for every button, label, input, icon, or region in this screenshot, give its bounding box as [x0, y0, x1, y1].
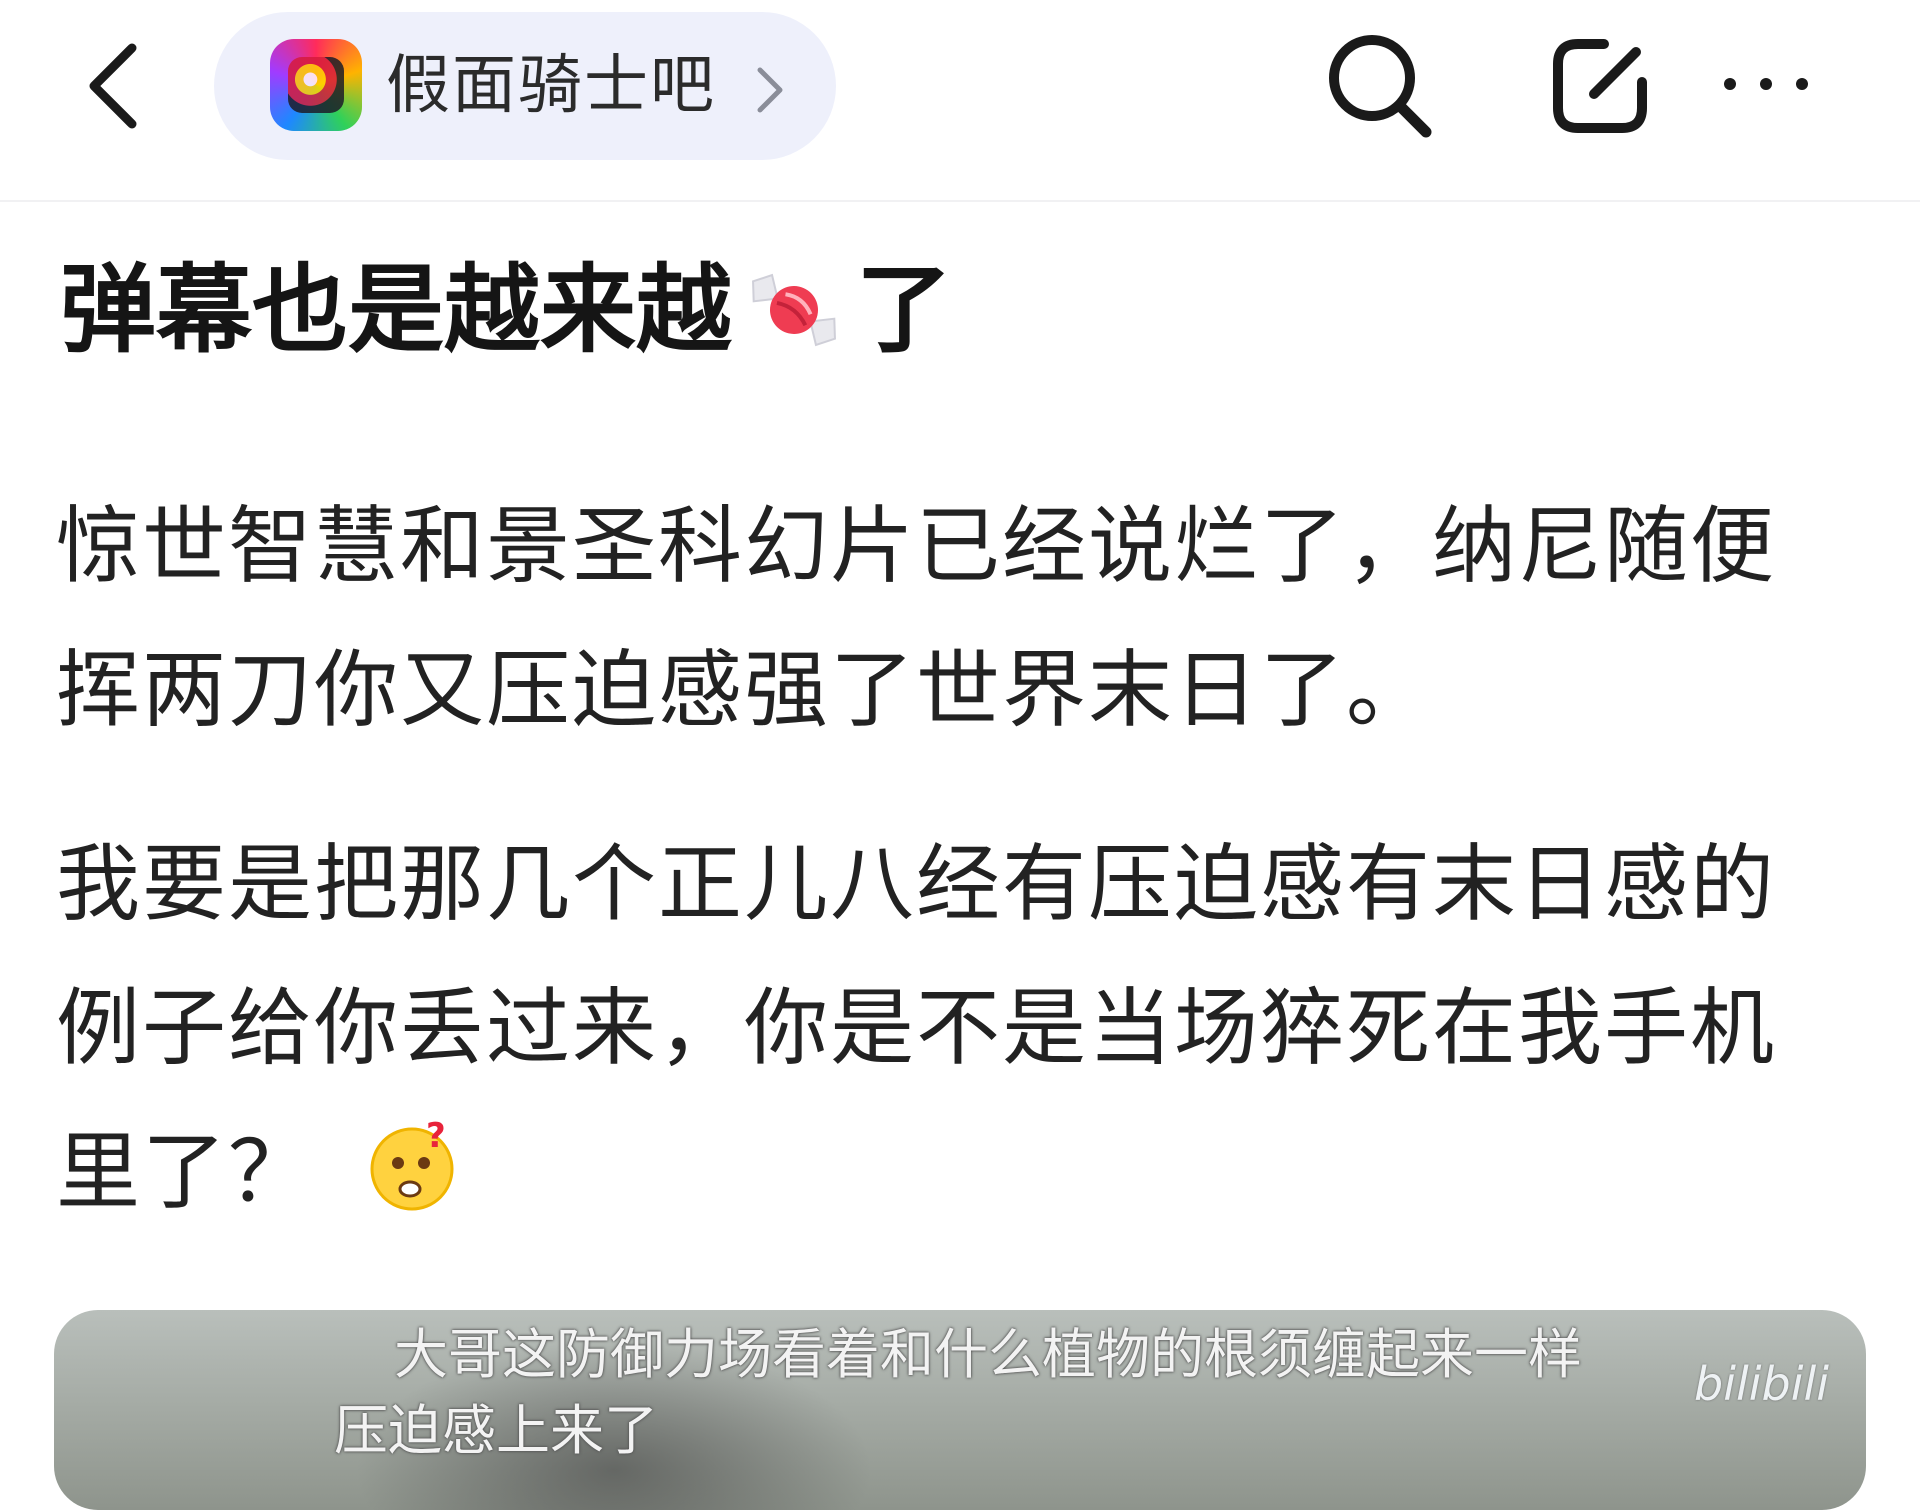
edit-icon — [1553, 39, 1647, 133]
danmaku-comment: 大哥这防御力场看着和什么植物的根须缠起来一样 — [394, 1323, 1582, 1386]
post-paragraph-2: 我要是把那几个正儿八经有压迫感有末日感的例子给你丢过来，你是不是当场猝死在我手机… — [56, 812, 1856, 1244]
back-button[interactable] — [82, 40, 162, 130]
svg-text:?: ? — [426, 1117, 448, 1156]
video-thumbnail[interactable]: 大哥这防御力场看着和什么植物的根须缠起来一样 压迫感上来了 bilibili — [54, 1310, 1866, 1510]
forum-name: 假面骑士吧 — [386, 49, 716, 123]
bilibili-watermark: bilibili — [1694, 1357, 1830, 1411]
post-title: 弹幕也是越来越 了 — [60, 250, 952, 370]
confused-face-emoji-icon: ? — [370, 1117, 454, 1211]
top-nav-bar: 假面骑士吧 — [0, 0, 1920, 202]
search-icon — [1329, 35, 1432, 138]
danmaku-comment-2: 压迫感上来了 — [334, 1399, 658, 1462]
post-body: 惊世智慧和景圣科幻片已经说烂了，纳尼随便挥两刀你又压迫感强了世界末日了。 我要是… — [56, 474, 1856, 1244]
chevron-right-icon — [757, 67, 783, 113]
candy-icon — [752, 273, 836, 347]
forum-avatar-icon — [270, 39, 362, 131]
post-title-suffix: 了 — [856, 254, 952, 366]
more-options-button[interactable] — [1716, 54, 1816, 114]
post-paragraph: 惊世智慧和景圣科幻片已经说烂了，纳尼随便挥两刀你又压迫感强了世界末日了。 — [56, 497, 1777, 739]
edit-post-button[interactable] — [1544, 30, 1656, 142]
forum-link[interactable]: 假面骑士吧 — [214, 12, 836, 160]
search-button[interactable] — [1322, 28, 1438, 144]
post-title-text: 弹幕也是越来越 — [60, 254, 732, 366]
post-paragraph-text: 我要是把那几个正儿八经有压迫感有末日感的例子给你丢过来，你是不是当场猝死在我手机… — [56, 835, 1777, 1221]
chevron-left-icon — [89, 43, 137, 129]
more-dots-icon — [1724, 78, 1808, 90]
